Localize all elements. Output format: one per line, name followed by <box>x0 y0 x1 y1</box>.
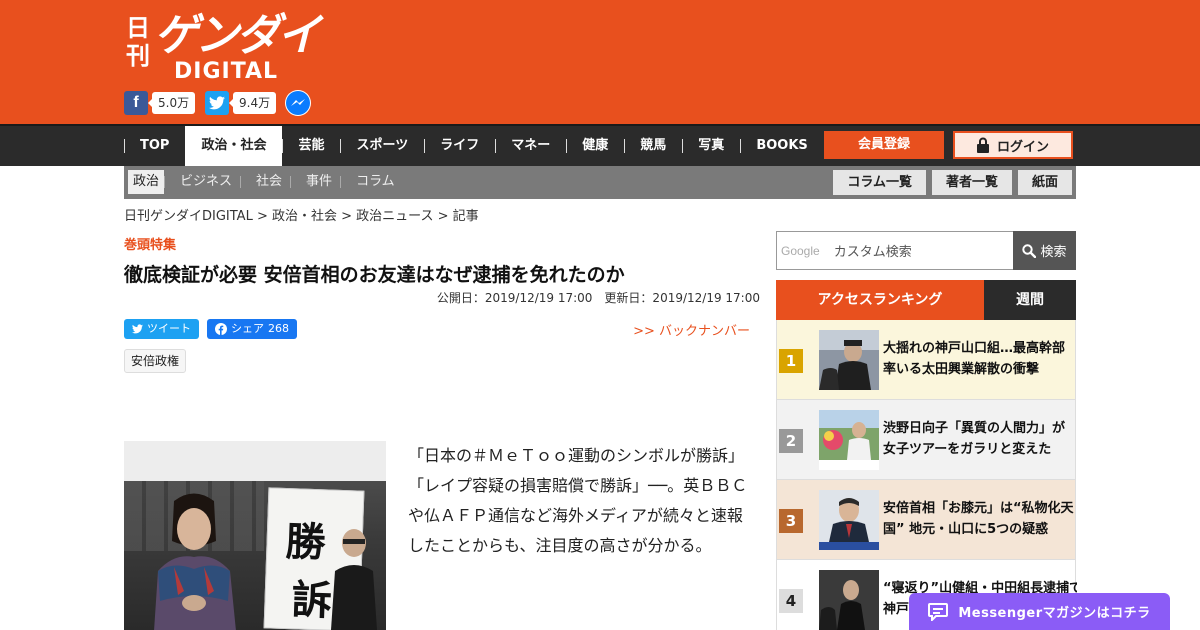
subnav-business[interactable]: ビジネス <box>164 170 240 194</box>
rank-thumbnail <box>819 410 879 470</box>
rank-number: 4 <box>779 589 803 613</box>
twitter-icon <box>205 91 229 115</box>
ranking-item[interactable]: 1 大揺れの神戸山口組…最高幹部 率いる太田興業解散の衝撃 <box>776 320 1076 400</box>
share-count: 268 <box>268 322 289 335</box>
rank-headline: 大揺れの神戸山口組…最高幹部 率いる太田興業解散の衝撃 <box>883 338 1077 380</box>
rank-headline-line-2: 率いる太田興業解散の衝撃 <box>883 362 1040 377</box>
paper-button[interactable]: 紙面 <box>1017 170 1072 195</box>
ranking-tabs: アクセスランキング 週間 <box>776 280 1076 320</box>
tweet-button[interactable]: ツイート <box>124 319 199 339</box>
article-photo[interactable]: 勝 訴 <box>124 441 386 630</box>
chat-icon <box>928 602 949 621</box>
nav-politics-society[interactable]: 政治・社会 <box>185 126 283 166</box>
facebook-icon <box>215 323 227 335</box>
rank-headline-line-2: 女子ツアーをガラリと変えた <box>883 442 1052 457</box>
rank-headline-line-2: 国” 地元・山口に5つの疑惑 <box>883 522 1049 537</box>
logo-nikkan: 日刊 <box>126 13 150 70</box>
site-logo[interactable]: 日刊 ゲンダイ DIGITAL <box>124 10 321 84</box>
photo-scene: 勝 訴 <box>124 481 386 630</box>
article-body: 「日本の＃ＭｅＴｏｏ運動のシンボルが勝訴」「レイプ容疑の損害賠償で勝訴」──。英… <box>408 446 748 555</box>
register-button[interactable]: 会員登録 <box>824 131 944 159</box>
subnav-incident[interactable]: 事件 <box>290 170 340 194</box>
nav-life[interactable]: ライフ <box>424 126 495 166</box>
rank-thumbnail <box>819 570 879 630</box>
tweet-label: ツイート <box>147 322 191 335</box>
search-placeholder: カスタム検索 <box>833 245 912 260</box>
rank-thumbnail <box>819 330 879 390</box>
nav-entertainment[interactable]: 芸能 <box>282 126 340 166</box>
twitter-count: 9.4万 <box>228 92 277 114</box>
sub-nav-buttons: コラム一覧 著者一覧 紙面 <box>833 170 1072 195</box>
lock-icon <box>976 137 989 153</box>
rank-headline: 安倍首相「お膝元」は“私物化天 国” 地元・山口に5つの疑惑 <box>883 498 1077 540</box>
article-share-row: ツイート シェア 268 <box>124 319 297 339</box>
messenger-share[interactable] <box>285 90 311 116</box>
nav-keiba[interactable]: 競馬 <box>624 126 682 166</box>
subnav-politics[interactable]: 政治 <box>128 170 165 194</box>
nav-sports[interactable]: スポーツ <box>340 126 424 166</box>
facebook-count: 5.0万 <box>147 92 196 114</box>
rank-number: 3 <box>779 509 803 533</box>
tab-access-ranking[interactable]: アクセスランキング <box>776 280 984 320</box>
rank-number: 2 <box>779 429 803 453</box>
nav-photo[interactable]: 写真 <box>682 126 740 166</box>
rank-number: 1 <box>779 349 803 373</box>
site-search: Google カスタム検索 検索 <box>776 231 1076 270</box>
breadcrumb[interactable]: 日刊ゲンダイDIGITAL > 政治・社会 > 政治ニュース > 記事 <box>124 205 479 224</box>
subnav-society[interactable]: 社会 <box>240 170 290 194</box>
twitter-share[interactable]: 9.4万 <box>205 91 277 115</box>
photo-person <box>154 493 236 630</box>
article-dates: 公開日：2019/12/19 17:00 更新日：2019/12/19 17:0… <box>436 291 760 305</box>
nav-money[interactable]: マネー <box>495 126 566 166</box>
article-title: 徹底検証が必要 安倍首相のお友達はなぜ逮捕を免れたのか <box>124 264 625 286</box>
site-header: 日刊 ゲンダイ DIGITAL f 5.0万 9.4万 <box>0 0 1200 124</box>
share-label: シェア <box>231 322 264 335</box>
subnav-column[interactable]: コラム <box>340 170 403 194</box>
backnumber-link[interactable]: >> バックナンバー <box>560 320 750 339</box>
nav-top[interactable]: TOP <box>124 126 185 166</box>
search-button[interactable]: 検索 <box>1013 231 1076 270</box>
rank-headline-line-1: 大揺れの神戸山口組…最高幹部 <box>883 341 1066 356</box>
rank-headline: 渋野日向子「異質の人間力」が 女子ツアーをガラリと変えた <box>883 418 1077 460</box>
search-input[interactable]: Google カスタム検索 <box>776 231 1013 270</box>
ranking-item[interactable]: 3 安倍首相「お膝元」は“私物化天 国” 地元・山口に5つの疑惑 <box>776 480 1076 560</box>
facebook-icon: f <box>124 91 148 115</box>
logo-digital: DIGITAL <box>174 59 279 84</box>
photo-sign-char-2: 訴 <box>290 576 333 625</box>
messenger-icon <box>285 90 311 116</box>
ranking-item[interactable]: 2 渋野日向子「異質の人間力」が 女子ツアーをガラリと変えた <box>776 400 1076 480</box>
login-label: ログイン <box>996 139 1049 155</box>
sub-nav-items: 政治 ビジネス 社会 事件 コラム <box>128 170 403 194</box>
main-nav: TOP 政治・社会 芸能 スポーツ ライフ マネー 健康 競馬 写真 BOOKS… <box>0 124 1200 166</box>
rank-thumbnail <box>819 490 879 550</box>
rank-headline-line-1: 渋野日向子「異質の人間力」が <box>883 421 1066 436</box>
ranking-list: 1 大揺れの神戸山口組…最高幹部 率いる太田興業解散の衝撃 2 渋野日向子「異質… <box>776 320 1077 630</box>
google-mark: Google <box>781 243 820 258</box>
nav-books[interactable]: BOOKS <box>740 126 823 166</box>
photo-bystander <box>331 529 377 630</box>
main-nav-items: TOP 政治・社会 芸能 スポーツ ライフ マネー 健康 競馬 写真 BOOKS <box>124 126 824 166</box>
author-list-button[interactable]: 著者一覧 <box>931 170 1012 195</box>
facebook-share-button[interactable]: シェア 268 <box>207 319 297 339</box>
photo-sign-char-1: 勝 <box>284 518 327 567</box>
article-tag[interactable]: 安倍政権 <box>124 349 187 373</box>
messenger-magazine-button[interactable]: Messengerマガジンはコチラ <box>909 593 1170 630</box>
logo-gendai: ゲンダイ <box>154 10 321 61</box>
search-button-label: 検索 <box>1040 245 1067 260</box>
search-icon <box>1022 243 1037 258</box>
messenger-label: Messengerマガジンはコチラ <box>958 606 1151 621</box>
twitter-icon <box>132 324 143 334</box>
sub-nav: 政治 ビジネス 社会 事件 コラム コラム一覧 著者一覧 紙面 <box>124 166 1076 199</box>
login-button[interactable]: ログイン <box>953 131 1073 159</box>
rank-headline-line-1: 安倍首相「お膝元」は“私物化天 <box>883 501 1074 516</box>
article-category[interactable]: 巻頭特集 <box>124 234 176 253</box>
column-list-button[interactable]: コラム一覧 <box>833 170 926 195</box>
tab-weekly[interactable]: 週間 <box>984 280 1076 320</box>
nav-health[interactable]: 健康 <box>566 126 624 166</box>
facebook-share[interactable]: f 5.0万 <box>124 91 196 115</box>
